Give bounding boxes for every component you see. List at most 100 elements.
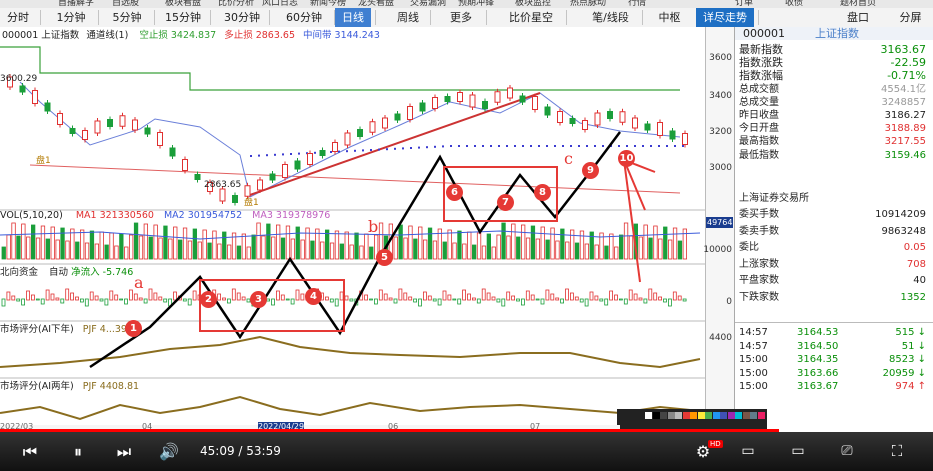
toolbar-item[interactable]: 笔/线段	[583, 8, 638, 27]
color-palette[interactable]	[617, 409, 767, 431]
market-value: 9863248	[881, 225, 926, 237]
toolbar-right-item[interactable]: 分屏	[888, 8, 933, 27]
fullscreen-icon[interactable]: ⛶	[884, 432, 910, 471]
palette-swatch[interactable]	[735, 412, 742, 419]
fund-bar	[422, 291, 427, 301]
toolbar-item[interactable]: 60分钟	[278, 8, 330, 27]
fund-bar	[550, 293, 555, 301]
toolbar-item[interactable]: 15分钟	[160, 8, 206, 27]
volume-icon[interactable]: 🔊	[156, 432, 182, 471]
top-menu-item[interactable]: 交易漏洞	[410, 0, 446, 8]
palette-swatch[interactable]	[750, 412, 757, 419]
top-menu-item[interactable]: 收债	[785, 0, 803, 8]
palette-swatch[interactable]	[712, 412, 720, 419]
top-menu-item[interactable]: 比价分析	[218, 0, 254, 8]
time-display: 45:09 / 53:59	[200, 432, 300, 471]
palette-swatch[interactable]	[675, 412, 682, 419]
miniplayer-icon[interactable]: ▭	[735, 432, 761, 471]
top-menu-item[interactable]: 题材首页	[840, 0, 876, 8]
cast-icon[interactable]: ⎚	[834, 432, 860, 471]
palette-swatch[interactable]	[720, 412, 727, 419]
market-row: 平盘家数 40	[739, 274, 930, 287]
toolbar-item[interactable]: 1分钟	[48, 8, 94, 27]
volume-ma-line	[0, 230, 701, 240]
top-menu-item[interactable]: 板块看盘	[165, 0, 201, 8]
volume-bar	[1, 246, 6, 260]
settings-gear-icon[interactable]: ⚙	[690, 432, 716, 471]
fund-bar	[124, 298, 128, 305]
fund-bar	[153, 292, 158, 301]
volume-tick: 10000	[703, 245, 732, 255]
volume-bar	[560, 228, 565, 260]
wave-letter-label: c	[564, 149, 573, 168]
top-menu-item[interactable]: 预期冲锋	[458, 0, 494, 8]
toolbar-item[interactable]: 更多	[440, 8, 482, 27]
palette-swatch[interactable]	[697, 412, 705, 419]
channel-dot	[594, 145, 596, 147]
volume-bar	[447, 229, 452, 260]
top-menu-item[interactable]: 行情	[628, 0, 646, 8]
volume-bar	[75, 241, 80, 260]
palette-swatch[interactable]	[742, 412, 750, 419]
pause-icon[interactable]: ⏸	[66, 432, 90, 471]
kline-chart-area[interactable]: 000001 上证指数 通道线(1) 空止损 3424.837 多止损 2863.…	[0, 27, 705, 425]
channel-dot	[290, 153, 292, 155]
toolbar-item[interactable]: 30分钟	[219, 8, 265, 27]
fund-bar	[99, 298, 104, 302]
top-menu-item[interactable]: 龙头看盘	[358, 0, 394, 8]
volume-bar	[614, 246, 619, 260]
top-menu-item[interactable]: 热点脉动	[570, 0, 606, 8]
previous-icon[interactable]: ⏮	[18, 432, 42, 471]
top-menu-item[interactable]: 新闻今榜	[310, 0, 346, 8]
toolbar-item[interactable]: 详尽走势	[696, 8, 754, 27]
channel-dot	[378, 148, 380, 151]
channel-dot	[650, 145, 652, 147]
fund-bar	[217, 293, 222, 301]
top-menu-item[interactable]: 自选股	[112, 0, 139, 8]
tick-row: 15:00 3163.66 20959 ↓	[739, 367, 930, 380]
channel-dot	[482, 145, 484, 147]
palette-swatch[interactable]	[757, 412, 765, 419]
fund-bar	[511, 295, 516, 301]
palette-swatch[interactable]	[727, 412, 735, 419]
fund-net-value: -5.746	[102, 267, 134, 278]
price-tick: 3200	[709, 127, 732, 137]
top-menu-item[interactable]: 首播解字	[58, 0, 94, 8]
volume-bar	[45, 238, 50, 260]
market-row: 委买手数 10914209	[739, 208, 930, 221]
next-icon[interactable]: ⏭	[112, 432, 136, 471]
toolbar-item[interactable]: 比价星空	[500, 8, 562, 27]
volume-bar	[124, 246, 129, 260]
fund-bar	[427, 295, 432, 301]
candle-body	[382, 117, 388, 129]
fund-bar	[60, 298, 65, 304]
toolbar-item[interactable]: 日线	[335, 8, 371, 27]
volume-bar	[364, 233, 369, 260]
price-tick: 3400	[709, 91, 732, 101]
palette-swatch[interactable]	[690, 412, 697, 419]
toolbar-item[interactable]: 分时	[0, 8, 36, 27]
fund-bar	[128, 289, 133, 301]
toolbar-item[interactable]: 周线	[390, 8, 426, 27]
palette-swatch[interactable]	[705, 412, 712, 419]
palette-swatch[interactable]	[660, 412, 667, 419]
palette-swatch[interactable]	[652, 412, 660, 419]
toolbar-item[interactable]: 5分钟	[104, 8, 150, 27]
theater-icon[interactable]: ▭	[785, 432, 811, 471]
fund-bar	[133, 293, 138, 301]
top-menu-item[interactable]: 订单	[735, 0, 753, 8]
volume-bar	[550, 227, 555, 260]
palette-swatch[interactable]	[682, 412, 690, 419]
quote-value: 3163.67	[880, 43, 927, 56]
top-menu-item[interactable]: 风口日志	[262, 0, 298, 8]
volume-bar	[422, 239, 428, 260]
palette-swatch[interactable]	[645, 412, 652, 419]
volume-bar	[457, 230, 462, 260]
toolbar-item[interactable]: 中枢	[647, 8, 692, 27]
channel-dot	[602, 145, 604, 147]
top-menu-item[interactable]: 板块监控	[515, 0, 551, 8]
palette-swatch[interactable]	[667, 412, 675, 419]
quote-value: 3248857	[881, 96, 926, 108]
toolbar-right-item[interactable]: 盘口	[828, 8, 888, 27]
fund-bar	[452, 298, 457, 301]
